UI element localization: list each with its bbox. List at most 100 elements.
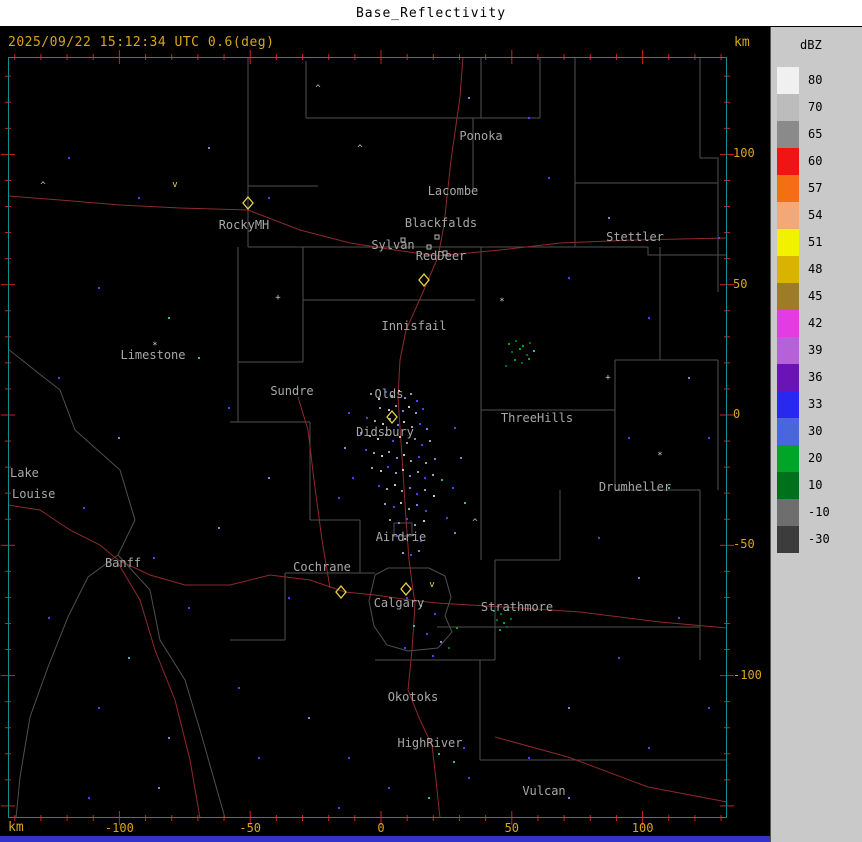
radar-echo	[426, 428, 428, 430]
radar-echo	[440, 641, 442, 643]
radar-echo	[463, 747, 465, 749]
legend-value-45: 45	[808, 289, 823, 303]
town-marker	[434, 234, 440, 240]
city-label-okotoks: Okotoks	[388, 690, 439, 704]
legend-color-20	[777, 445, 799, 472]
radar-echo	[718, 237, 720, 239]
radar-echo	[419, 423, 421, 425]
radar-echo	[218, 527, 220, 529]
radar-echo	[410, 554, 412, 556]
radar-echo	[688, 377, 690, 379]
radar-echo	[505, 365, 507, 367]
legend-value-42: 42	[808, 316, 823, 330]
radar-echo	[521, 362, 523, 364]
legend-color-60	[777, 148, 799, 175]
radar-echo	[441, 479, 443, 481]
radar-echo	[433, 495, 435, 497]
city-label-louise: Louise	[12, 487, 55, 501]
radar-echo	[413, 625, 415, 627]
radar-echo	[409, 475, 411, 477]
radar-echo	[409, 487, 411, 489]
radar-echo	[496, 619, 498, 621]
radar-echo	[568, 707, 570, 709]
y-axis-tick-label: 100	[733, 146, 755, 161]
radar-echo	[416, 504, 418, 506]
county-boundary	[15, 554, 119, 819]
radar-echo	[48, 617, 50, 619]
radar-echo	[648, 747, 650, 749]
window-title: Base_Reflectivity	[355, 5, 507, 21]
radar-echo	[515, 340, 517, 342]
radar-echo	[401, 490, 403, 492]
city-label-blackfalds: Blackfalds	[405, 216, 477, 230]
city-label-innisfail: Innisfail	[381, 319, 446, 333]
radar-echo	[198, 357, 200, 359]
radar-echo	[422, 408, 424, 410]
legend-value-48: 48	[808, 262, 823, 276]
radar-echo	[708, 437, 710, 439]
radar-echo	[98, 707, 100, 709]
radar-echo	[228, 407, 230, 409]
city-label-limestone: Limestone	[120, 348, 185, 362]
radar-echo	[400, 502, 402, 504]
radar-echo	[434, 613, 436, 615]
legend-value--30: -30	[808, 532, 830, 546]
radar-echo	[548, 177, 550, 179]
poi-marker: ^	[40, 181, 46, 191]
radar-echo	[468, 777, 470, 779]
city-label-threehills: ThreeHills	[501, 411, 573, 425]
radar-echo	[468, 97, 470, 99]
radar-echo	[118, 437, 120, 439]
legend-colorbar	[777, 67, 799, 553]
scan-timestamp: 2025/09/22 15:12:34 UTC 0.6(deg)	[8, 35, 275, 50]
city-label-airdrie: Airdrie	[376, 530, 427, 544]
county-boundary	[700, 157, 719, 183]
radar-echo	[98, 287, 100, 289]
radar-echo	[384, 503, 386, 505]
legend-color-42	[777, 310, 799, 337]
city-label-stettler: Stettler	[606, 230, 664, 244]
radar-echo	[338, 497, 340, 499]
city-label-didsbury: Didsbury	[356, 425, 414, 439]
legend-value-80: 80	[808, 73, 823, 87]
poi-marker: ^	[315, 84, 321, 94]
radar-echo	[344, 447, 346, 449]
radar-echo	[402, 552, 404, 554]
legend-color--10	[777, 499, 799, 526]
legend-value-36: 36	[808, 370, 823, 384]
county-boundary	[7, 348, 226, 819]
legend-value-10: 10	[808, 478, 823, 492]
radar-echo	[464, 502, 466, 504]
radar-echo	[421, 444, 423, 446]
legend-color-39	[777, 337, 799, 364]
y-axis-tick-label: 50	[733, 276, 748, 291]
legend-value-33: 33	[808, 397, 823, 411]
legend-value-51: 51	[808, 235, 823, 249]
radar-echo	[403, 421, 405, 423]
radar-echo	[434, 458, 436, 460]
radar-site-marker	[418, 272, 430, 288]
radar-echo	[438, 753, 440, 755]
radar-echo	[510, 618, 512, 620]
y-axis-tick-label: -100	[733, 667, 762, 682]
radar-echo	[370, 393, 372, 395]
radar-echo	[448, 647, 450, 649]
radar-echo	[378, 485, 380, 487]
radar-echo	[446, 517, 448, 519]
city-label-sylvan: Sylvan	[371, 238, 414, 252]
legend-title: dBZ	[800, 38, 822, 52]
legend-value--10: -10	[808, 505, 830, 519]
legend-value-39: 39	[808, 343, 823, 357]
radar-echo	[388, 451, 390, 453]
radar-echo	[394, 484, 396, 486]
legend-color-36	[777, 364, 799, 391]
radar-echo	[68, 157, 70, 159]
poi-marker: *	[657, 451, 662, 461]
radar-echo	[424, 489, 426, 491]
county-boundary	[575, 246, 727, 256]
radar-echo	[506, 626, 508, 628]
radar-echo	[628, 437, 630, 439]
legend-value-20: 20	[808, 451, 823, 465]
radar-echo	[392, 440, 394, 442]
radar-plot[interactable]: ^ v ^ ^ + * + ^ * v * Ponoka Lacombe Blackfalds Sylvan…	[1, 50, 734, 825]
